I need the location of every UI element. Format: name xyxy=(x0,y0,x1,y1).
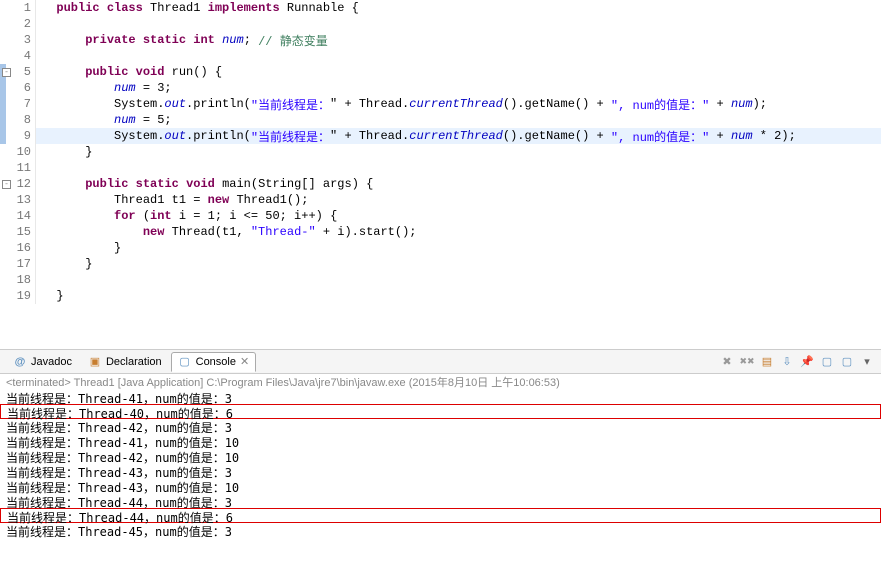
code-line[interactable]: public static void main(String[] args) { xyxy=(36,176,881,192)
tab-javadoc[interactable]: @ Javadoc xyxy=(6,352,79,372)
line-number: 18 xyxy=(0,272,35,288)
line-number: 15 xyxy=(0,224,35,240)
line-number: 16 xyxy=(0,240,35,256)
code-line[interactable]: private static int num; // 静态变量 xyxy=(36,32,881,48)
open-console-icon[interactable]: ▢ xyxy=(839,354,855,370)
code-line[interactable]: public class Thread1 implements Runnable… xyxy=(36,0,881,16)
code-line[interactable]: for (int i = 1; i <= 50; i++) { xyxy=(36,208,881,224)
display-selected-icon[interactable]: ▢ xyxy=(819,354,835,370)
views-tab-bar: @ Javadoc ▣ Declaration ▢ Console ✕ ✖ ✖✖… xyxy=(0,350,881,374)
line-number: 13 xyxy=(0,192,35,208)
console-output[interactable]: <terminated> Thread1 [Java Application] … xyxy=(0,374,881,573)
code-line[interactable]: System.out.println("当前线程是：" + Thread.cur… xyxy=(36,128,881,144)
code-line[interactable]: System.out.println("当前线程是：" + Thread.cur… xyxy=(36,96,881,112)
code-line[interactable]: new Thread(t1, "Thread-" + i).start(); xyxy=(36,224,881,240)
line-number: 5- xyxy=(0,64,35,80)
line-number: 11 xyxy=(0,160,35,176)
code-editor[interactable]: 12345-6789101112-13141516171819 public c… xyxy=(0,0,881,350)
line-number: 10 xyxy=(0,144,35,160)
code-line[interactable]: num = 5; xyxy=(36,112,881,128)
code-line[interactable]: public void run() { xyxy=(36,64,881,80)
code-line[interactable]: } xyxy=(36,240,881,256)
line-number: 14 xyxy=(0,208,35,224)
line-number-gutter: 12345-6789101112-13141516171819 xyxy=(0,0,36,304)
declaration-icon: ▣ xyxy=(88,355,102,369)
pin-console-icon[interactable]: 📌 xyxy=(799,354,815,370)
line-number: 9 xyxy=(0,128,35,144)
code-line[interactable] xyxy=(36,272,881,288)
line-number: 8 xyxy=(0,112,35,128)
code-lines[interactable]: public class Thread1 implements Runnable… xyxy=(36,0,881,304)
line-number: 17 xyxy=(0,256,35,272)
tab-label: Console xyxy=(196,356,236,368)
tab-label: Declaration xyxy=(106,356,162,368)
console-line: 当前线程是：Thread-44，num的值是：3 xyxy=(0,494,881,509)
line-number: 12- xyxy=(0,176,35,192)
console-line: 当前线程是：Thread-45，num的值是：3 xyxy=(0,523,881,538)
code-line[interactable] xyxy=(36,16,881,32)
console-icon: ▢ xyxy=(178,355,192,369)
close-icon[interactable]: ✕ xyxy=(240,355,249,368)
console-line: 当前线程是：Thread-40，num的值是：6 xyxy=(0,404,881,419)
tab-declaration[interactable]: ▣ Declaration xyxy=(81,352,169,372)
console-line: 当前线程是：Thread-42，num的值是：3 xyxy=(0,419,881,434)
line-number: 2 xyxy=(0,16,35,32)
console-line: 当前线程是：Thread-42，num的值是：10 xyxy=(0,449,881,464)
clear-console-icon[interactable]: ▤ xyxy=(759,354,775,370)
code-line[interactable]: Thread1 t1 = new Thread1(); xyxy=(36,192,881,208)
console-line: 当前线程是：Thread-43，num的值是：10 xyxy=(0,479,881,494)
code-line[interactable]: } xyxy=(36,288,881,304)
code-line[interactable] xyxy=(36,48,881,64)
line-number: 1 xyxy=(0,0,35,16)
line-number: 6 xyxy=(0,80,35,96)
console-toolbar: ✖ ✖✖ ▤ ⇩ 📌 ▢ ▢ ▾ xyxy=(719,354,875,370)
code-line[interactable]: } xyxy=(36,144,881,160)
fold-toggle-icon[interactable]: - xyxy=(2,68,11,77)
console-line: 当前线程是：Thread-44，num的值是：6 xyxy=(0,508,881,523)
view-menu-icon[interactable]: ▾ xyxy=(859,354,875,370)
remove-all-icon[interactable]: ✖✖ xyxy=(739,354,755,370)
tab-console[interactable]: ▢ Console ✕ xyxy=(171,352,257,372)
tab-label: Javadoc xyxy=(31,356,72,368)
code-line[interactable]: } xyxy=(36,256,881,272)
fold-toggle-icon[interactable]: - xyxy=(2,180,11,189)
remove-launch-icon[interactable]: ✖ xyxy=(719,354,735,370)
line-number: 3 xyxy=(0,32,35,48)
line-number: 7 xyxy=(0,96,35,112)
code-line[interactable] xyxy=(36,160,881,176)
code-line[interactable]: num = 3; xyxy=(36,80,881,96)
console-line: 当前线程是：Thread-41，num的值是：10 xyxy=(0,434,881,449)
console-process-header: <terminated> Thread1 [Java Application] … xyxy=(0,374,881,390)
console-line: 当前线程是：Thread-41，num的值是：3 xyxy=(0,390,881,405)
line-number: 19 xyxy=(0,288,35,304)
scroll-lock-icon[interactable]: ⇩ xyxy=(779,354,795,370)
line-number: 4 xyxy=(0,48,35,64)
console-line: 当前线程是：Thread-43，num的值是：3 xyxy=(0,464,881,479)
javadoc-icon: @ xyxy=(13,355,27,369)
